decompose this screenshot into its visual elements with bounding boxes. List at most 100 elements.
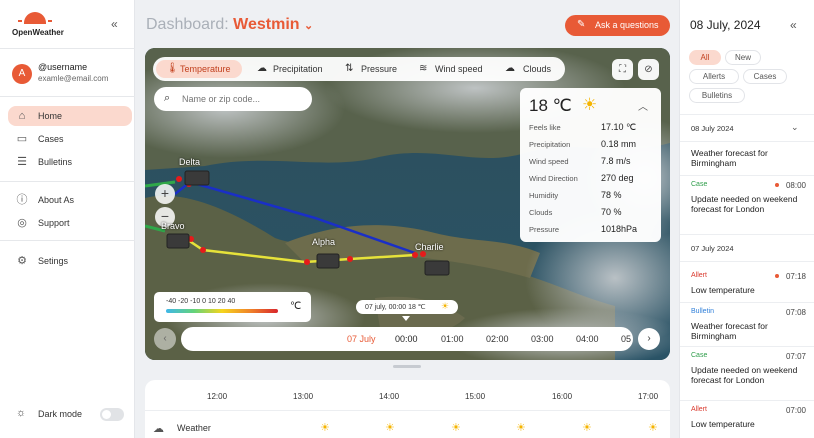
list-item[interactable]: Allert 07:00 Low temperature bbox=[691, 406, 806, 432]
sun-icon: ☀ bbox=[582, 95, 598, 114]
item-text: Low temperature bbox=[691, 285, 755, 295]
hide-layer-icon[interactable]: ⊘ bbox=[638, 59, 659, 80]
divider bbox=[680, 175, 814, 176]
filter-chip-new[interactable]: New bbox=[725, 50, 761, 65]
node-label-delta[interactable]: Delta bbox=[179, 157, 200, 167]
list-item[interactable]: Weather forecast for Birmingham bbox=[691, 148, 806, 174]
lifebuoy-icon: ◎ bbox=[17, 217, 27, 229]
timeline-marker bbox=[402, 316, 410, 321]
sun-icon: ☀ bbox=[441, 301, 450, 311]
user-profile[interactable]: A @username examle@email.com bbox=[12, 62, 132, 92]
list-item[interactable]: Case 07:07 Update needed on weekend fore… bbox=[691, 352, 806, 398]
sidebar-item-bulletins[interactable]: ☰ Bulletins bbox=[8, 152, 132, 172]
double-chevron-left-icon[interactable]: « bbox=[790, 18, 797, 32]
sidebar-item-cases[interactable]: ▭ Cases bbox=[8, 129, 132, 149]
group-date: 07 July 2024 bbox=[691, 244, 734, 253]
list-item[interactable]: Case 08:00 Update needed on weekend fore… bbox=[691, 181, 806, 227]
item-time: 07:07 bbox=[785, 352, 806, 361]
divider bbox=[680, 261, 814, 262]
item-text: Weather forecast for Birmingham bbox=[691, 321, 768, 341]
current-temperature: 18 ℃ bbox=[529, 96, 572, 115]
zoom-in-button[interactable]: + bbox=[155, 184, 175, 204]
unread-dot bbox=[775, 183, 779, 187]
tab-label: Temperature bbox=[180, 64, 231, 74]
timeline-bar[interactable]: 07 July 00:00 01:00 02:00 03:00 04:00 05 bbox=[181, 327, 633, 351]
panel-resize-handle[interactable] bbox=[393, 365, 421, 368]
sidebar-item-support[interactable]: ◎ Support bbox=[8, 213, 132, 233]
weather-row-value: 270 deg bbox=[601, 173, 634, 183]
filter-chip-all[interactable]: All bbox=[689, 50, 721, 65]
forecast-hour: 12:00 bbox=[207, 392, 228, 401]
chevron-down-icon[interactable]: ⌄ bbox=[791, 122, 799, 133]
tab-precipitation[interactable]: ☁ Precipitation bbox=[247, 60, 331, 78]
cloud-icon: ☁ bbox=[505, 63, 515, 74]
avatar: A bbox=[12, 64, 32, 84]
forecast-hour: 15:00 bbox=[465, 392, 486, 401]
node-label-charlie[interactable]: Charlie bbox=[415, 242, 444, 252]
weather-row-key: Wind Direction bbox=[529, 174, 578, 183]
fullscreen-icon[interactable]: ⛶ bbox=[612, 59, 633, 80]
timeline-hour[interactable]: 02:00 bbox=[486, 334, 509, 344]
weather-details-card: 18 ℃ ☀ ︿ Feels like 17.10 ℃ Precipitation… bbox=[520, 88, 661, 242]
item-text: Update needed on weekend forecast for Lo… bbox=[691, 365, 798, 385]
weather-row-value: 0.18 mm bbox=[601, 139, 637, 149]
tab-label: Precipitation bbox=[273, 64, 323, 74]
item-tag: Case bbox=[691, 352, 708, 359]
timeline-hour[interactable]: 00:00 bbox=[395, 334, 418, 344]
forecast-hour: 16:00 bbox=[552, 392, 573, 401]
weather-row-value: 17.10 ℃ bbox=[601, 122, 637, 132]
search-input[interactable] bbox=[182, 92, 306, 106]
timeline-hour[interactable]: 01:00 bbox=[441, 334, 464, 344]
weather-row-key: Pressure bbox=[529, 225, 560, 234]
notifications-panel: 08 July, 2024 « All New Allerts Cases Bu… bbox=[679, 0, 814, 438]
timeline-date[interactable]: 07 July bbox=[347, 334, 376, 344]
location-search: ⌕ bbox=[154, 87, 312, 111]
temperature-legend: -40 -20 -10 0 10 20 40 ℃ bbox=[154, 292, 311, 322]
tab-wind-speed[interactable]: ≋ Wind speed bbox=[409, 60, 489, 78]
sidebar-item-home[interactable]: ⌂ Home bbox=[8, 106, 132, 126]
divider bbox=[0, 240, 135, 241]
openweather-logo[interactable]: OpenWeather bbox=[12, 12, 72, 40]
page-title-prefix: Dashboard: bbox=[146, 16, 229, 33]
timeline-hour[interactable]: 04:00 bbox=[576, 334, 599, 344]
double-chevron-left-icon[interactable]: « bbox=[111, 17, 118, 31]
tab-temperature[interactable]: 🌡 Temperature bbox=[156, 60, 242, 78]
sidebar-item-settings[interactable]: ⚙ Setings bbox=[8, 251, 132, 271]
divider bbox=[145, 410, 670, 411]
sidebar-item-label: Setings bbox=[38, 256, 69, 266]
legend-values: -40 -20 -10 0 10 20 40 bbox=[166, 298, 236, 305]
item-time: 07:08 bbox=[785, 308, 806, 317]
group-date: 08 July 2024 bbox=[691, 124, 734, 133]
timeline-hour[interactable]: 03:00 bbox=[531, 334, 554, 344]
node-label-alpha[interactable]: Alpha bbox=[312, 237, 335, 247]
sidebar-item-label: Home bbox=[38, 111, 63, 121]
forecast-hour: 13:00 bbox=[293, 392, 314, 401]
location-selector[interactable]: Westmin ⌄ bbox=[233, 16, 313, 33]
divider bbox=[680, 114, 814, 115]
sidebar-item-label: Support bbox=[38, 218, 70, 228]
user-email: examle@email.com bbox=[38, 74, 109, 83]
list-item[interactable]: Allert 07:18 Low temperature bbox=[691, 272, 806, 298]
timeline-tooltip: 07 july, 00:00 18 ℃ ☀ bbox=[356, 300, 458, 314]
filter-chip-bulletins[interactable]: Bulletins bbox=[689, 88, 745, 103]
logo-text: OpenWeather bbox=[12, 28, 64, 37]
timeline-hour[interactable]: 05 bbox=[621, 334, 631, 344]
location-name: Westmin bbox=[233, 16, 300, 33]
timeline-prev-button[interactable]: ‹ bbox=[154, 328, 176, 350]
timeline-next-button[interactable]: › bbox=[638, 328, 660, 350]
chevron-up-icon[interactable]: ︿ bbox=[638, 98, 648, 113]
filter-chip-cases[interactable]: Cases bbox=[743, 69, 787, 84]
timeline-tooltip-text: 07 july, 00:00 18 ℃ bbox=[365, 304, 426, 311]
pencil-icon: ✎ bbox=[577, 19, 586, 30]
list-item[interactable]: Bulletin 07:08 Weather forecast for Birm… bbox=[691, 308, 806, 342]
sidebar-item-label: About As bbox=[38, 195, 75, 205]
dark-mode-toggle[interactable] bbox=[100, 408, 124, 421]
gear-icon: ⚙ bbox=[17, 255, 27, 267]
node-label-bravo[interactable]: Bravo bbox=[161, 221, 185, 231]
sidebar-item-about[interactable]: ⓘ About As bbox=[8, 190, 132, 210]
weather-map[interactable]: 🌡 Temperature ☁ Precipitation ⇅ Pressure… bbox=[145, 48, 670, 360]
ask-question-button[interactable]: ✎ Ask a questions bbox=[565, 15, 670, 36]
filter-chip-allerts[interactable]: Allerts bbox=[689, 69, 739, 84]
tab-clouds[interactable]: ☁ Clouds bbox=[495, 60, 559, 78]
tab-pressure[interactable]: ⇅ Pressure bbox=[335, 60, 403, 78]
